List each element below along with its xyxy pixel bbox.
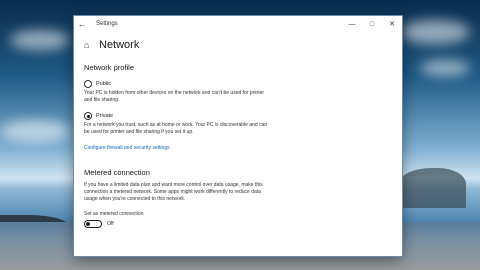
metered-toggle-state: Off: [107, 221, 114, 227]
maximize-icon[interactable]: □: [362, 16, 382, 32]
private-description: For a network you trust, such as at home…: [84, 122, 268, 135]
metered-connection-heading: Metered connection: [84, 168, 150, 177]
settings-window: ← Settings — □ ✕ ⌂ Network Network profi…: [74, 16, 402, 256]
radio-selected-dot: [86, 114, 90, 118]
network-profile-heading: Network profile: [84, 63, 135, 72]
private-radio-button[interactable]: [84, 112, 92, 120]
close-icon[interactable]: ✕: [382, 16, 402, 32]
minimize-icon[interactable]: —: [342, 16, 362, 32]
island: [396, 168, 466, 208]
metered-toggle-row: Off: [84, 220, 392, 228]
title-bar: ← Settings — □ ✕: [74, 16, 402, 32]
metered-toggle-switch[interactable]: [84, 220, 102, 228]
public-radio-label: Public: [96, 81, 111, 87]
metered-toggle-label: Set as metered connection: [84, 211, 144, 217]
home-icon[interactable]: ⌂: [84, 40, 98, 50]
private-radio-label: Private: [96, 113, 114, 119]
public-radio-option[interactable]: Public: [84, 80, 392, 88]
back-arrow-icon[interactable]: ←: [74, 16, 90, 32]
metered-description: If you have a limited data plan and want…: [84, 182, 263, 202]
page-header: ⌂ Network: [84, 34, 392, 56]
firewall-settings-link[interactable]: Configure firewall and security settings: [84, 145, 170, 151]
public-radio-button[interactable]: [84, 80, 92, 88]
toggle-knob: [86, 222, 90, 226]
settings-content: ⌂ Network Network profile Public Your PC…: [74, 32, 402, 256]
window-controls: — □ ✕: [342, 16, 402, 32]
private-radio-option[interactable]: Private: [84, 112, 392, 120]
public-description: Your PC is hidden from other devices on …: [84, 90, 265, 103]
window-title: Settings: [96, 21, 118, 27]
page-title: Network: [99, 39, 140, 51]
